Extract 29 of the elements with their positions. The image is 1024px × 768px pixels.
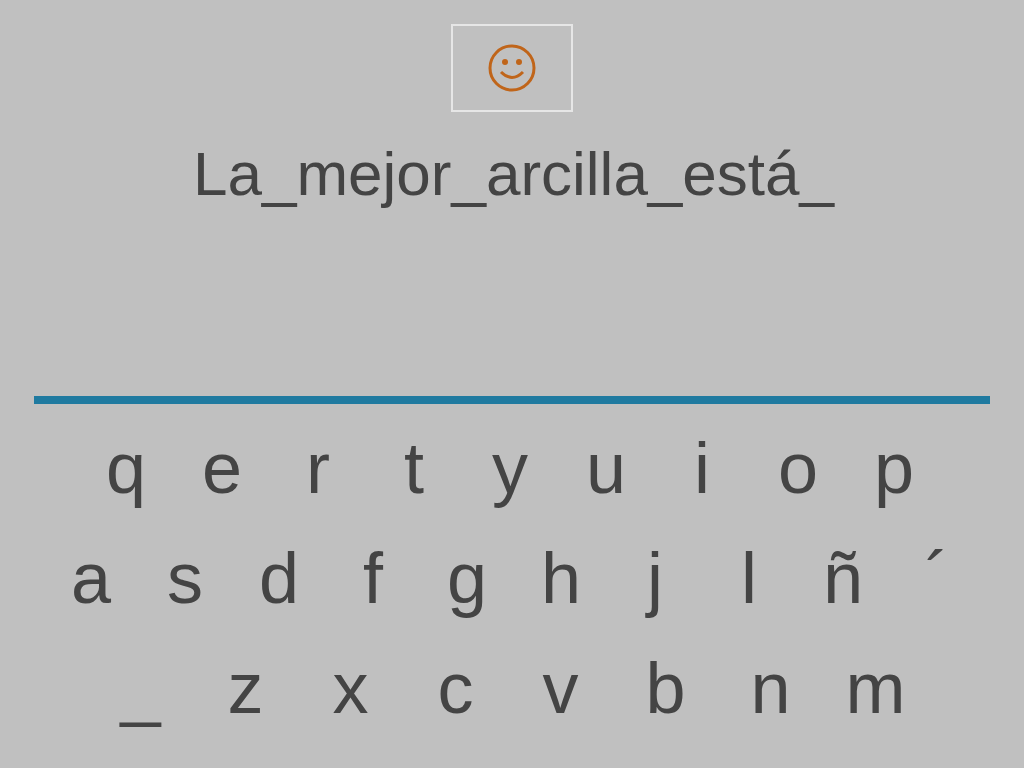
- letter-key[interactable]: t: [366, 426, 462, 510]
- letter-key[interactable]: h: [514, 536, 608, 620]
- letter-key[interactable]: l: [702, 536, 796, 620]
- letter-key[interactable]: q: [78, 426, 174, 510]
- letter-key[interactable]: m: [823, 646, 928, 730]
- letter-key[interactable]: _: [88, 646, 193, 730]
- sentence-text: La_mejor_arcilla_está_: [191, 138, 836, 210]
- letter-key[interactable]: f: [326, 536, 420, 620]
- letter-key[interactable]: d: [232, 536, 326, 620]
- letter-key[interactable]: e: [174, 426, 270, 510]
- letter-key[interactable]: u: [558, 426, 654, 510]
- letter-key[interactable]: x: [298, 646, 403, 730]
- letter-key[interactable]: r: [270, 426, 366, 510]
- letter-key[interactable]: n: [718, 646, 823, 730]
- letter-key[interactable]: y: [462, 426, 558, 510]
- letter-key[interactable]: z: [193, 646, 298, 730]
- letter-key[interactable]: o: [750, 426, 846, 510]
- letter-key[interactable]: ñ: [796, 536, 890, 620]
- letter-key[interactable]: p: [846, 426, 942, 510]
- letter-key[interactable]: s: [138, 536, 232, 620]
- letter-key[interactable]: v: [508, 646, 613, 730]
- letter-key[interactable]: a: [44, 536, 138, 620]
- letter-key[interactable]: ´: [890, 536, 984, 620]
- letter-key[interactable]: b: [613, 646, 718, 730]
- smiley-icon: [487, 43, 537, 93]
- letter-key[interactable]: i: [654, 426, 750, 510]
- letter-key[interactable]: g: [420, 536, 514, 620]
- letter-key[interactable]: c: [403, 646, 508, 730]
- letter-key[interactable]: j: [608, 536, 702, 620]
